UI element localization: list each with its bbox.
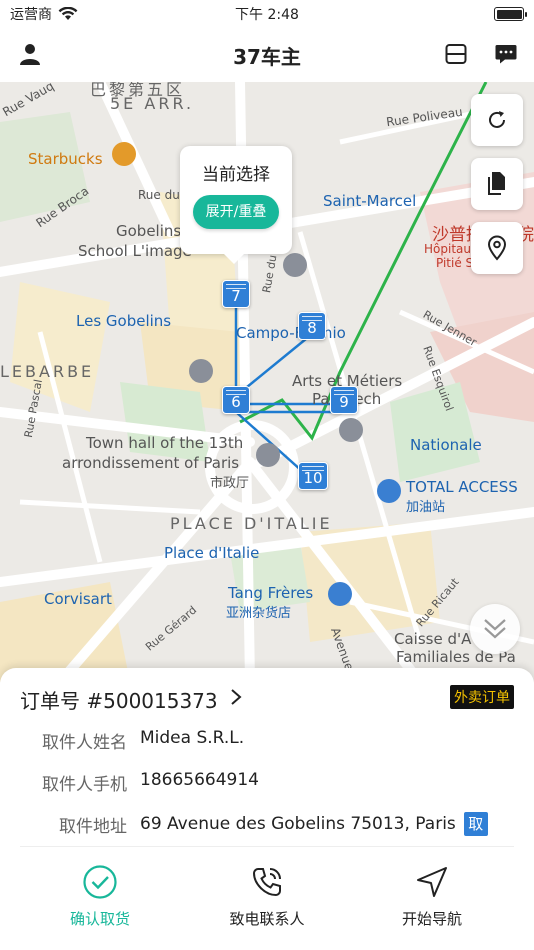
pickup-address-wrap: 69 Avenue des Gobelins 75013, Paris 取 <box>140 812 488 836</box>
map-pin-9[interactable]: 9 <box>330 386 358 414</box>
call-contact-label: 致电联系人 <box>229 910 305 928</box>
chevron-right-icon <box>230 687 242 712</box>
copy-icon <box>488 172 505 195</box>
expand-overlap-button[interactable]: 展开/重叠 <box>193 195 279 229</box>
map-label-place-italie-metro: Place d'Italie <box>164 544 260 562</box>
pickup-phone-value[interactable]: 18665664914 <box>140 770 259 790</box>
map-label-corvisart: Corvisart <box>44 590 112 608</box>
map-pin-10[interactable]: 10 <box>298 462 328 490</box>
map-label-tang-cn: 亚洲杂货店 <box>226 606 292 621</box>
map-pin-7[interactable]: 7 <box>222 280 250 308</box>
map-label-town-hall-1: Town hall of the 13th <box>86 434 244 452</box>
order-detail-sheet: 订单号 #500015373 外卖订单 取件人姓名 Midea S.R.L. 取… <box>0 668 534 950</box>
popup-title: 当前选择 <box>202 165 270 185</box>
map-pin-6[interactable]: 6 <box>222 386 250 414</box>
pickup-phone-label: 取件人手机 <box>42 775 127 795</box>
order-number: 订单号 #500015373 <box>20 688 218 713</box>
map-label-starbucks: Starbucks <box>28 150 103 168</box>
check-circle-icon <box>83 865 117 899</box>
wifi-icon <box>58 7 78 20</box>
map-label-caisse-1: Caisse d'A <box>394 630 472 648</box>
map-label-town-hall-cn: 市政厅 <box>210 476 250 491</box>
pickup-address-value: 69 Avenue des Gobelins 75013, Paris <box>140 814 456 834</box>
pickup-name-field: 取件人姓名 Midea S.R.L. <box>0 728 534 753</box>
map-label-les-gobelins: Les Gobelins <box>76 312 172 330</box>
order-type-badge: 外卖订单 <box>450 685 514 709</box>
map-label-school-limage: School L'image <box>78 242 192 260</box>
profile-button[interactable] <box>18 42 42 70</box>
start-navigation-button[interactable]: 开始导航 <box>362 864 502 929</box>
map-label-tang-freres: Tang Frères <box>228 584 314 602</box>
locate-button[interactable] <box>471 222 523 274</box>
location-pin-icon <box>487 235 507 261</box>
status-bar: 运营商 下午 2:48 <box>0 0 534 28</box>
battery-icon <box>494 7 527 21</box>
map-label-campo-formio: Campo-Formio <box>236 324 346 342</box>
selection-popup: 当前选择 展开/重叠 <box>180 146 292 264</box>
divider <box>20 846 514 847</box>
carrier-label: 运营商 <box>10 7 52 23</box>
action-bar: 确认取货 致电联系人 开始导航 <box>0 864 534 934</box>
map-label-nationale: Nationale <box>410 436 482 454</box>
page-title: 37车主 <box>233 44 301 69</box>
copy-button[interactable] <box>471 158 523 210</box>
map-label-saint-marcel: Saint-Marcel <box>323 192 417 210</box>
map-view[interactable]: 巴黎第五区 5E ARR. Rue Vauq Starbucks Rue Bro… <box>0 82 534 682</box>
navigation-arrow-icon <box>417 867 447 897</box>
map-label-hospital-2: Pitié S <box>436 256 474 270</box>
confirm-pickup-button[interactable]: 确认取货 <box>30 864 170 929</box>
user-icon <box>20 44 40 65</box>
map-label-total-access: TOTAL ACCESS <box>406 478 518 496</box>
confirm-pickup-label: 确认取货 <box>69 910 130 928</box>
nav-bar: 37车主 <box>0 28 534 82</box>
status-time: 下午 2:48 <box>235 7 299 23</box>
chat-icon <box>495 45 517 64</box>
map-label-lebarbe: LEBARBE <box>0 362 95 381</box>
pickup-name-value: Midea S.R.L. <box>140 728 245 748</box>
map-pin-8[interactable]: 8 <box>298 312 326 340</box>
map-label-gas-station: 加油站 <box>406 500 446 515</box>
pickup-address-field: 取件地址 69 Avenue des Gobelins 75013, Paris… <box>0 812 534 837</box>
map-label-gobelins: Gobelins <box>116 222 182 240</box>
layout-toggle-button[interactable] <box>444 42 468 70</box>
double-chevron-down-icon <box>484 619 506 639</box>
refresh-button[interactable] <box>471 94 523 146</box>
map-label-town-hall-2: arrondissement of Paris <box>62 454 240 472</box>
pickup-name-label: 取件人姓名 <box>42 733 127 753</box>
map-label-arr: 5E ARR. <box>110 94 195 113</box>
map-label-place-italie-area: PLACE D'ITALIE <box>170 514 333 533</box>
phone-icon <box>252 868 281 897</box>
order-number-row[interactable]: 订单号 #500015373 外卖订单 <box>20 684 514 714</box>
pickup-badge: 取 <box>463 812 488 836</box>
pickup-phone-field: 取件人手机 18665664914 <box>0 770 534 795</box>
refresh-icon <box>489 111 505 128</box>
start-navigation-label: 开始导航 <box>401 910 462 928</box>
pickup-address-label: 取件地址 <box>59 817 127 837</box>
call-contact-button[interactable]: 致电联系人 <box>197 864 337 929</box>
messages-button[interactable] <box>494 42 518 70</box>
collapse-panel-button[interactable] <box>470 604 520 654</box>
split-view-icon <box>445 44 467 64</box>
